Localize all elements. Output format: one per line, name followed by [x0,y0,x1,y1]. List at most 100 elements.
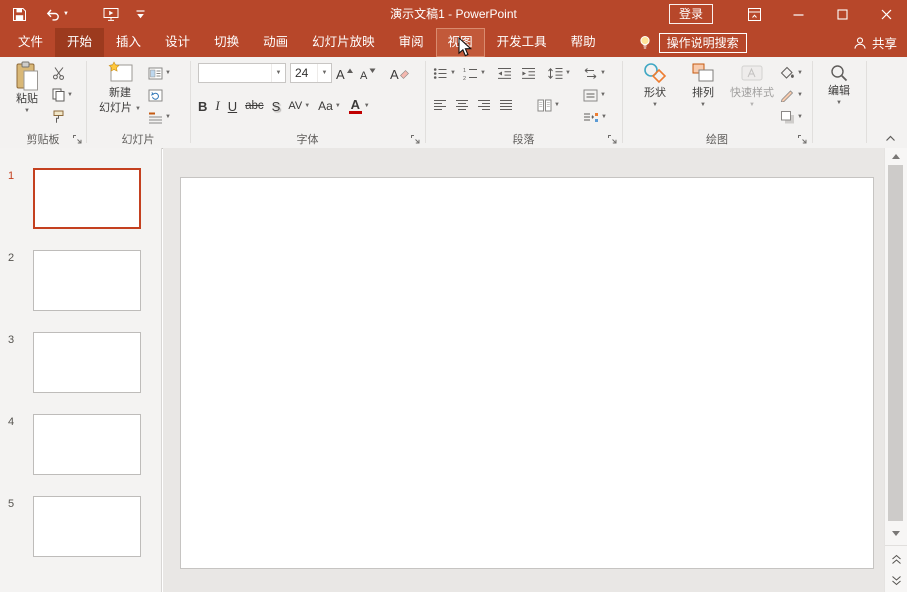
arrange-button[interactable]: 排列 [682,61,724,108]
scrollbar-thumb[interactable] [888,165,903,521]
next-slide-button[interactable] [885,571,907,589]
tell-me-label[interactable]: 操作说明搜索 [658,32,747,53]
maximize-button[interactable] [827,0,857,28]
line-spacing-button[interactable] [547,63,571,83]
shape-fill-button[interactable] [780,63,803,83]
chevron-down-icon [450,70,456,76]
underline-button[interactable]: U [228,99,237,114]
chevron-down-icon[interactable] [271,64,285,82]
quick-styles-button: 快速样式 [726,61,778,108]
scroll-down-button[interactable] [885,526,907,541]
shape-outline-icon [780,88,795,102]
quick-styles-icon [739,61,765,85]
reset-slide-icon [148,89,163,102]
section-button[interactable] [148,107,171,127]
paste-button[interactable]: 粘贴 [7,61,47,114]
chevron-down-icon [836,100,842,106]
scroll-up-button[interactable] [885,149,907,164]
reset-slide-button[interactable] [148,85,163,105]
font-dialog-launcher[interactable] [409,133,420,144]
tab-review[interactable]: 审阅 [387,28,436,57]
character-spacing-button[interactable]: AV [288,100,310,112]
previous-slide-button[interactable] [885,550,907,568]
font-color-button[interactable]: A [348,98,370,114]
increase-indent-button[interactable] [521,63,536,83]
text-direction-button[interactable] [583,63,606,83]
editing-button[interactable]: 编辑 [819,63,859,106]
new-slide-button[interactable]: 新建 幻灯片 [96,61,144,115]
format-painter-button[interactable] [52,107,65,127]
collapse-ribbon-button[interactable] [882,131,898,144]
clear-formatting-button[interactable]: A [390,63,409,83]
tab-home[interactable]: 开始 [55,28,105,57]
tab-file[interactable]: 文件 [6,28,55,57]
decrease-indent-icon [497,67,512,80]
quick-access-toolbar [12,0,146,28]
ribbon-display-options-button[interactable] [739,0,769,28]
columns-button[interactable] [537,95,560,115]
save-button[interactable] [12,0,27,28]
justify-button[interactable] [499,95,513,115]
customize-quick-access-button[interactable] [135,0,146,28]
bold-button[interactable]: B [198,99,207,114]
slide-layout-button[interactable] [148,63,171,83]
shape-effects-button[interactable] [780,107,803,127]
text-shadow-button[interactable]: S [272,99,281,114]
chevron-down-icon[interactable] [317,64,331,82]
tab-transitions[interactable]: 切换 [202,28,251,57]
change-case-button[interactable]: Aa [318,99,341,113]
drawing-dialog-launcher[interactable] [796,133,807,144]
convert-to-smartart-button[interactable] [583,107,607,127]
decrease-indent-button[interactable] [497,63,512,83]
tab-design[interactable]: 设计 [153,28,202,57]
paragraph-dialog-launcher[interactable] [606,133,617,144]
align-text-button[interactable] [583,85,606,105]
tell-me-search[interactable]: 操作说明搜索 [638,28,747,57]
decrease-font-size-button[interactable]: A [360,63,376,83]
tab-insert[interactable]: 插入 [104,28,153,57]
shapes-button[interactable]: 形状 [634,61,676,108]
numbering-button[interactable]: 12 [463,63,486,83]
clipboard-dialog-launcher[interactable] [71,133,82,144]
start-slideshow-button[interactable] [103,0,119,28]
slide-thumbnail-5[interactable] [33,496,141,557]
undo-dropdown[interactable] [63,0,69,28]
slide-number-2: 2 [8,252,15,264]
font-toggle-row: B I U abc S AV Aa A [198,95,370,117]
current-slide[interactable] [180,177,874,569]
slide-thumbnail-4[interactable] [33,414,141,475]
close-button[interactable] [871,0,901,28]
tab-slide-show[interactable]: 幻灯片放映 [300,28,387,57]
share-button[interactable]: 共享 [853,28,907,57]
slide-thumbnail-2[interactable] [33,250,141,311]
font-size-combobox[interactable]: 24 [290,63,332,83]
minimize-button[interactable] [783,0,813,28]
strikethrough-button[interactable]: abc [245,100,264,112]
bullets-button[interactable] [433,63,456,83]
tab-developer[interactable]: 开发工具 [485,28,559,57]
slide-thumbnail-panel: 1 2 3 4 5 [0,148,162,592]
chevron-down-icon [797,70,803,76]
copy-button[interactable] [52,85,73,105]
italic-button[interactable]: I [215,98,219,114]
tab-help[interactable]: 帮助 [559,28,608,57]
increase-font-size-button[interactable]: A [336,63,354,83]
slide-thumbnail-1[interactable] [33,168,141,229]
magnifier-icon [829,63,849,83]
font-name-combobox[interactable] [198,63,286,83]
customize-quick-access-icon [135,9,146,20]
sign-in-button[interactable]: 登录 [668,4,713,24]
cut-button[interactable] [52,63,66,83]
paste-icon [14,61,40,91]
align-left-button[interactable] [433,95,447,115]
shapes-icon [642,61,668,85]
chevron-down-icon [335,103,341,109]
tab-animations[interactable]: 动画 [251,28,300,57]
undo-button[interactable] [45,0,61,28]
columns-icon [537,99,552,112]
copy-icon [52,88,65,102]
slide-thumbnail-3[interactable] [33,332,141,393]
align-center-button[interactable] [455,95,469,115]
align-right-button[interactable] [477,95,491,115]
shape-outline-button[interactable] [780,85,803,105]
